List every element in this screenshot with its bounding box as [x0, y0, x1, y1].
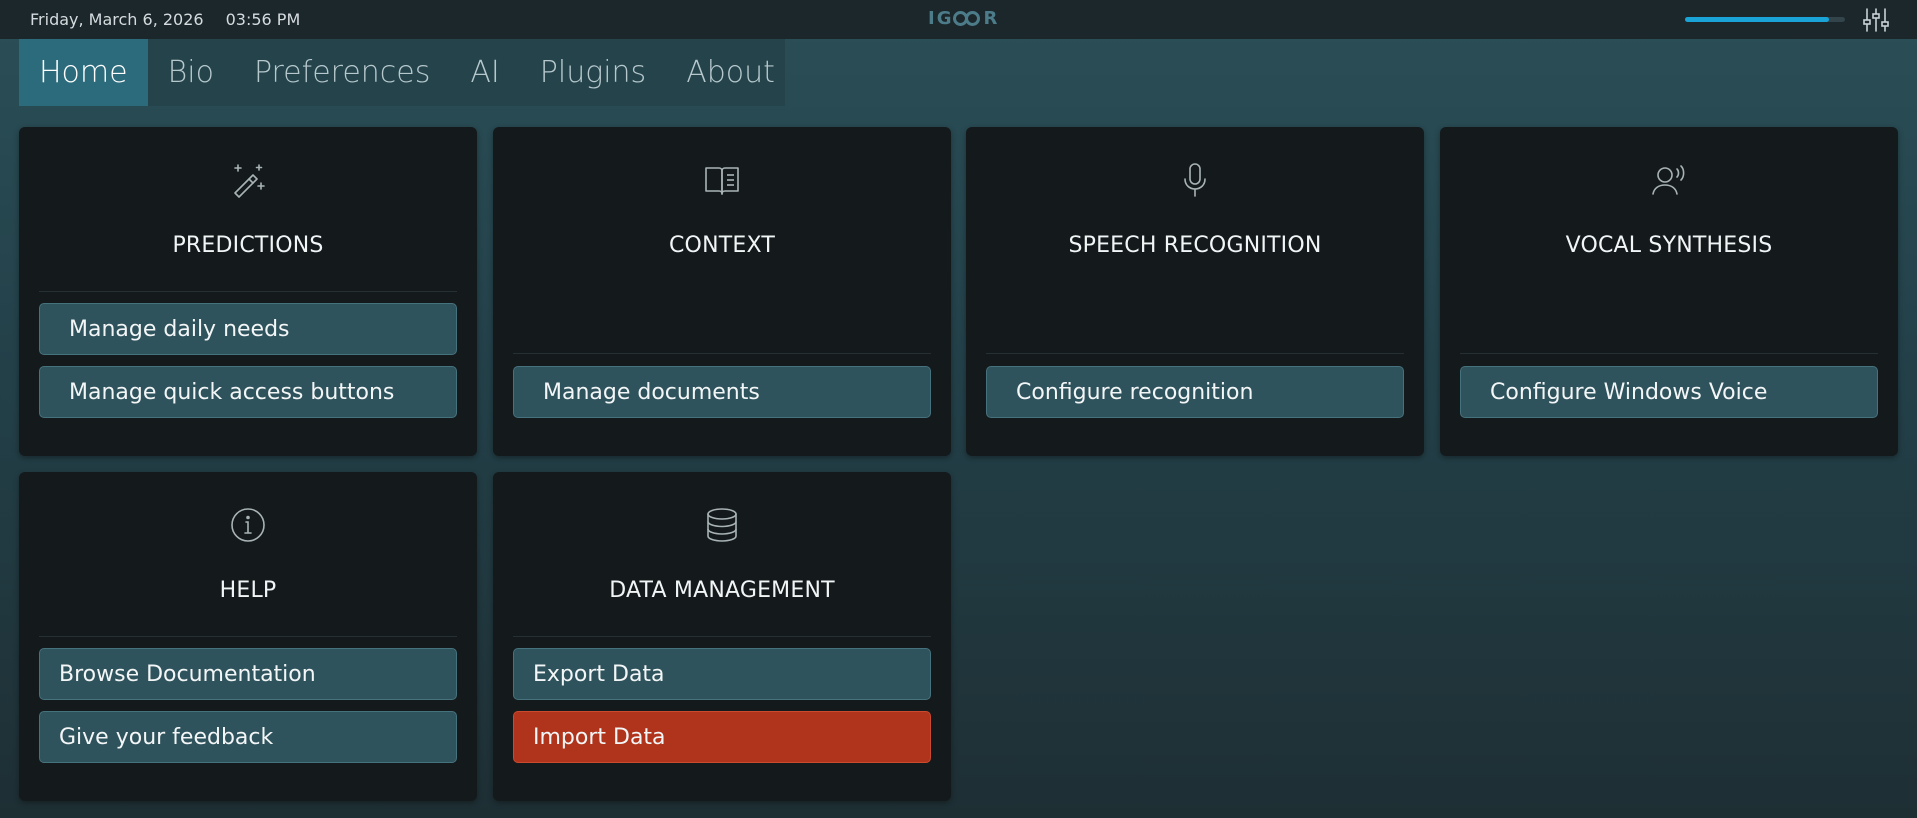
divider [1460, 353, 1878, 354]
date-text: Friday, March 6, 2026 [30, 10, 204, 29]
microphone-icon [1184, 163, 1206, 197]
date-time: Friday, March 6, 2026 03:56 PM [30, 0, 300, 39]
vocal-synthesis-card: VOCAL SYNTHESIS Configure Windows Voice [1440, 127, 1898, 456]
manage-documents-button[interactable]: Manage documents [513, 366, 931, 418]
time-text: 03:56 PM [225, 10, 301, 29]
data-management-card: DATA MANAGEMENT Export Data Import Data [493, 472, 951, 801]
divider [986, 353, 1404, 354]
help-card: HELP Browse Documentation Give your feed… [19, 472, 477, 801]
give-feedback-button[interactable]: Give your feedback [39, 711, 457, 763]
logo-double-o [953, 10, 983, 26]
top-bar: Friday, March 6, 2026 03:56 PM IG R [0, 0, 1917, 39]
manage-quick-access-button[interactable]: Manage quick access buttons [39, 366, 457, 418]
context-card: CONTEXT Manage documents [493, 127, 951, 456]
book-icon [705, 167, 739, 195]
tab-ai[interactable]: AI [450, 39, 519, 106]
card-title: DATA MANAGEMENT [609, 578, 835, 603]
volume-slider[interactable] [1685, 17, 1845, 22]
configure-windows-voice-button[interactable]: Configure Windows Voice [1460, 366, 1878, 418]
database-icon [707, 508, 737, 542]
sliders-settings-icon[interactable] [1862, 7, 1890, 33]
speaking-person-icon [1652, 165, 1685, 195]
card-title: SPEECH RECOGNITION [1068, 233, 1322, 258]
divider [513, 353, 931, 354]
logo-text-left: IG [928, 8, 954, 29]
speech-recognition-card: SPEECH RECOGNITION Configure recognition [966, 127, 1424, 456]
divider [39, 636, 457, 637]
info-icon [231, 508, 265, 542]
tab-bio[interactable]: Bio [148, 39, 234, 106]
tab-preferences[interactable]: Preferences [234, 39, 450, 106]
tab-plugins[interactable]: Plugins [520, 39, 666, 106]
tab-about[interactable]: About [666, 39, 795, 106]
export-data-button[interactable]: Export Data [513, 648, 931, 700]
browse-documentation-button[interactable]: Browse Documentation [39, 648, 457, 700]
app-logo: IG R [928, 8, 999, 29]
card-title: CONTEXT [669, 233, 775, 258]
tab-home[interactable]: Home [19, 39, 148, 106]
main-tabs: Home Bio Preferences AI Plugins About [19, 39, 785, 106]
divider [39, 291, 457, 292]
predictions-card: PREDICTIONS Manage daily needs Manage qu… [19, 127, 477, 456]
card-title: HELP [219, 578, 277, 603]
manage-daily-needs-button[interactable]: Manage daily needs [39, 303, 457, 355]
magic-wand-icon [234, 164, 265, 198]
card-title: VOCAL SYNTHESIS [1565, 233, 1773, 258]
volume-fill [1685, 17, 1829, 22]
configure-recognition-button[interactable]: Configure recognition [986, 366, 1404, 418]
divider [513, 636, 931, 637]
card-title: PREDICTIONS [172, 233, 324, 258]
import-data-button[interactable]: Import Data [513, 711, 931, 763]
logo-text-right: R [983, 8, 1000, 29]
